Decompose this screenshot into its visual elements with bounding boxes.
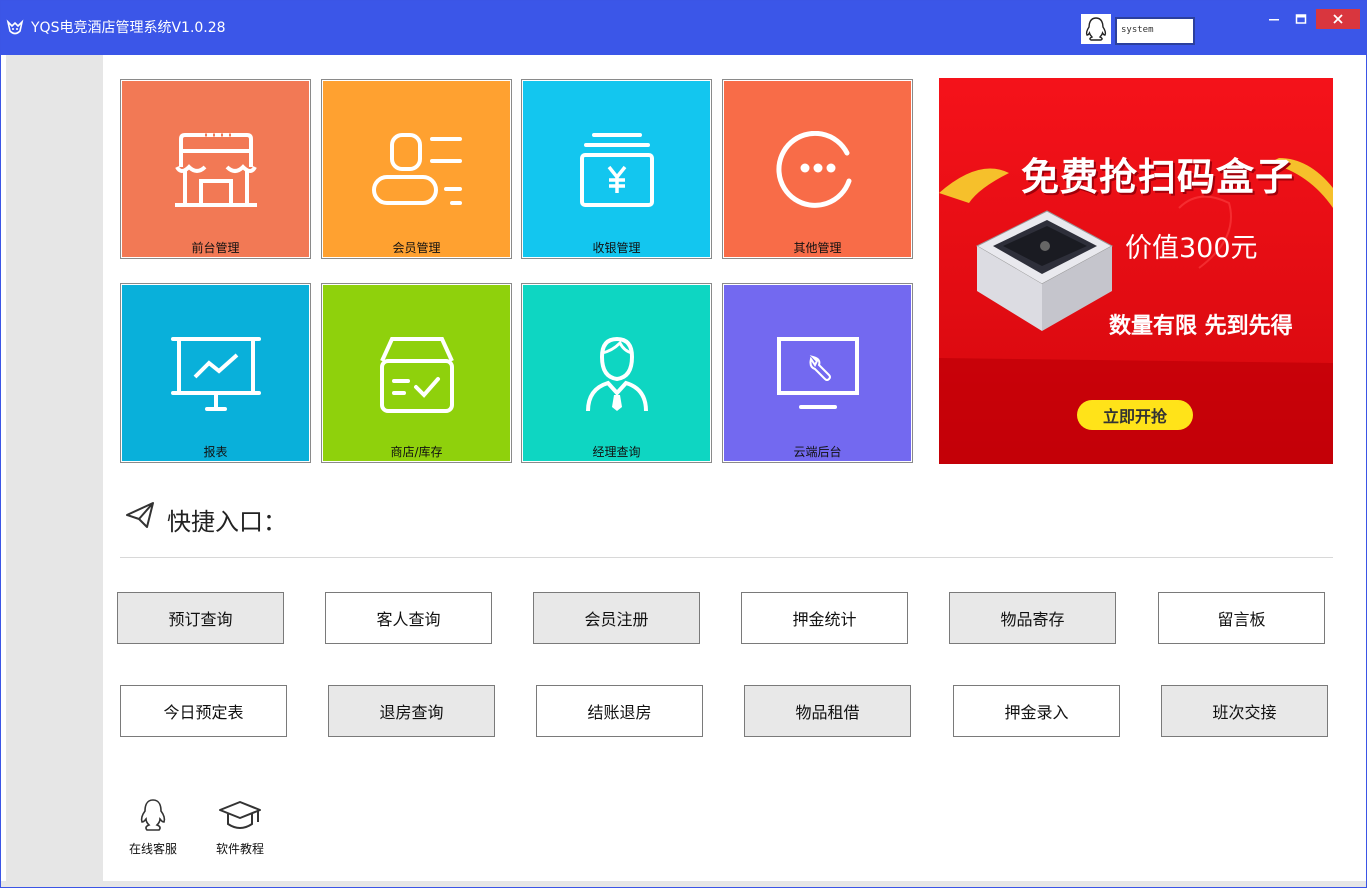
current-user[interactable]: system — [1115, 17, 1195, 45]
tile-label: 经理查询 — [592, 445, 641, 459]
banner-price: 价值300元 — [1125, 233, 1258, 264]
report-chart-icon — [170, 337, 261, 411]
storefront-icon — [174, 133, 257, 207]
graduation-cap-icon — [219, 801, 261, 829]
divider — [120, 557, 1333, 558]
quick-button-deposit-stats[interactable]: 押金统计 — [741, 592, 908, 644]
tile-front-desk[interactable]: 前台管理 — [120, 79, 311, 259]
online-service-label: 在线客服 — [128, 842, 177, 856]
minimize-icon — [1269, 19, 1279, 21]
title-bar: YQS电竞酒店管理系统V1.0.28 system — [1, 1, 1366, 55]
scanner-box-image — [975, 210, 1114, 331]
quick-button-reservation-query[interactable]: 预订查询 — [117, 592, 284, 644]
close-button[interactable] — [1316, 9, 1360, 29]
bottom-bar — [1, 881, 1366, 887]
quick-button-settle-checkout[interactable]: 结账退房 — [536, 685, 703, 737]
cloud-admin-monitor-icon — [776, 337, 859, 409]
tile-shop-inventory[interactable]: 商店/库存 — [321, 283, 512, 463]
tile-cloud-admin[interactable]: 云端后台 — [722, 283, 913, 463]
tile-label: 会员管理 — [392, 241, 441, 255]
more-dots-icon — [776, 131, 851, 208]
promo-banner[interactable]: 免费抢扫码盒子 价值300元 数量有限 先到先得 立即开抢 — [939, 78, 1333, 464]
quick-button-item-storage[interactable]: 物品寄存 — [949, 592, 1116, 644]
app-window: YQS电竞酒店管理系统V1.0.28 system 前台管理 会员管理 收银管理… — [0, 0, 1367, 888]
software-tutorial-link[interactable]: 软件教程 — [210, 798, 270, 857]
tile-report[interactable]: 报表 — [120, 283, 311, 463]
software-tutorial-label: 软件教程 — [215, 842, 264, 856]
member-card-icon — [371, 133, 462, 205]
maximize-button[interactable] — [1287, 9, 1315, 29]
quick-button-member-register[interactable]: 会员注册 — [533, 592, 700, 644]
tile-other[interactable]: 其他管理 — [722, 79, 913, 259]
left-sidebar — [6, 55, 103, 881]
quick-button-deposit-entry[interactable]: 押金录入 — [953, 685, 1120, 737]
quick-button-guest-query[interactable]: 客人查询 — [325, 592, 492, 644]
inventory-box-icon — [379, 337, 454, 413]
app-logo-icon — [6, 19, 24, 35]
quick-entry-title: 快捷入口： — [167, 508, 287, 536]
tile-label: 前台管理 — [191, 241, 240, 255]
cashier-yen-icon — [579, 133, 654, 207]
tile-label: 收银管理 — [592, 241, 641, 255]
maximize-icon — [1295, 14, 1307, 24]
tile-manager-query[interactable]: 经理查询 — [521, 283, 712, 463]
quick-button-message-board[interactable]: 留言板 — [1158, 592, 1325, 644]
tile-label: 其他管理 — [793, 241, 842, 255]
tile-label: 报表 — [203, 445, 228, 459]
banner-title: 免费抢扫码盒子 — [1021, 155, 1295, 199]
tile-label: 商店/库存 — [390, 445, 443, 459]
minimize-button[interactable] — [1259, 9, 1289, 29]
online-service-link[interactable]: 在线客服 — [123, 798, 183, 857]
tile-member[interactable]: 会员管理 — [321, 79, 512, 259]
user-avatar-icon[interactable] — [1081, 14, 1111, 44]
window-title: YQS电竞酒店管理系统V1.0.28 — [31, 20, 226, 36]
quick-button-item-rental[interactable]: 物品租借 — [744, 685, 911, 737]
quick-button-checkout-query[interactable]: 退房查询 — [328, 685, 495, 737]
tile-label: 云端后台 — [793, 445, 842, 459]
banner-start-button[interactable]: 立即开抢 — [1077, 400, 1193, 430]
manager-icon — [585, 336, 648, 412]
tile-cashier[interactable]: 收银管理 — [521, 79, 712, 259]
quick-button-today-reservations[interactable]: 今日预定表 — [120, 685, 287, 737]
close-icon — [1333, 14, 1343, 24]
paper-plane-icon — [126, 502, 154, 528]
banner-limit: 数量有限 先到先得 — [1109, 314, 1293, 339]
quick-button-shift-handover[interactable]: 班次交接 — [1161, 685, 1328, 737]
penguin-icon — [140, 799, 166, 831]
